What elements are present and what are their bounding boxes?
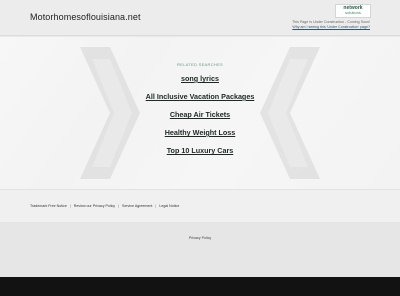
construction-info-link[interactable]: Why am I seeing this 'Under Construction…: [292, 25, 370, 30]
related-searches-heading: RELATED SEARCHES: [176, 62, 224, 67]
site-title[interactable]: Motorhomesoflouisiana.net: [30, 12, 141, 22]
footer-link-service-agreement[interactable]: Service Agreement: [122, 204, 152, 208]
footer-link-privacy-review[interactable]: Review our Privacy Policy: [74, 204, 115, 208]
privacy-policy-link[interactable]: Privacy Policy: [0, 236, 400, 240]
related-link-vacation-packages[interactable]: All Inclusive Vacation Packages: [0, 92, 400, 101]
header: Motorhomesoflouisiana.net network soluti…: [0, 0, 400, 36]
network-solutions-logo[interactable]: network solutions: [335, 4, 371, 18]
footer-separator: |: [69, 204, 71, 208]
related-link-weight-loss[interactable]: Healthy Weight Loss: [0, 128, 400, 137]
footer-link-trademark[interactable]: Trademark Free Notice: [30, 204, 67, 208]
logo-line-2: solutions: [345, 10, 361, 15]
footer-separator: |: [118, 204, 120, 208]
related-link-song-lyrics[interactable]: song lyrics: [0, 74, 400, 83]
main-content: RELATED SEARCHES song lyrics All Inclusi…: [0, 37, 400, 189]
related-link-air-tickets[interactable]: Cheap Air Tickets: [0, 110, 400, 119]
bottom-bar: [0, 277, 400, 296]
footer-lower: [0, 222, 400, 277]
footer-links: Trademark Free Notice | Review our Privacy…: [30, 204, 179, 208]
construction-notice: This Page Is Under Construction - Coming…: [292, 20, 370, 30]
footer-link-legal-notice[interactable]: Legal Notice: [159, 204, 179, 208]
related-link-luxury-cars[interactable]: Top 10 Luxury Cars: [0, 146, 400, 155]
